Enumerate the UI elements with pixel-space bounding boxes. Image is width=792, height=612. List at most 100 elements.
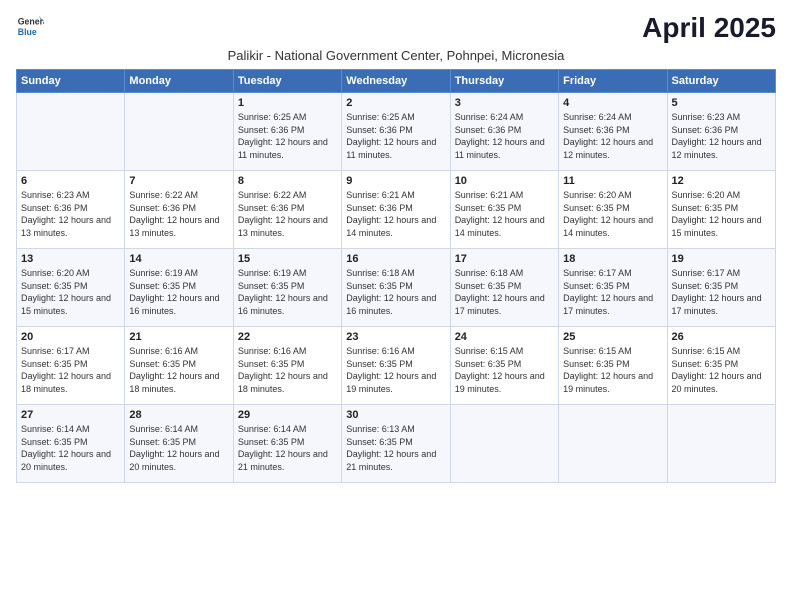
sunset-text: Sunset: 6:35 PM <box>346 437 413 447</box>
daylight-text: Daylight: 12 hours and 12 minutes. <box>563 137 653 160</box>
cell-info: Sunrise: 6:20 AMSunset: 6:35 PMDaylight:… <box>21 267 120 317</box>
cell-info: Sunrise: 6:18 AMSunset: 6:35 PMDaylight:… <box>455 267 554 317</box>
day-number: 2 <box>346 97 445 109</box>
sunset-text: Sunset: 6:35 PM <box>238 281 305 291</box>
calendar-cell: 13 Sunrise: 6:20 AMSunset: 6:35 PMDayligh… <box>17 249 125 327</box>
calendar-cell: 22Sunrise: 6:16 AMSunset: 6:35 PMDayligh… <box>233 327 341 405</box>
calendar-cell <box>17 93 125 171</box>
calendar-cell: 7Sunrise: 6:22 AMSunset: 6:36 PMDaylight… <box>125 171 233 249</box>
calendar-cell: 12 Sunrise: 6:20 AMSunset: 6:35 PMDayligh… <box>667 171 775 249</box>
sunrise-text: Sunrise: 6:18 AM <box>455 268 524 278</box>
day-number: 6 <box>21 175 120 187</box>
cell-info: Sunrise: 6:20 AMSunset: 6:35 PMDaylight:… <box>672 189 771 239</box>
cell-info: Sunrise: 6:25 AMSunset: 6:36 PMDaylight:… <box>346 111 445 161</box>
calendar-cell <box>450 405 558 483</box>
calendar-cell: 29Sunrise: 6:14 AMSunset: 6:35 PMDayligh… <box>233 405 341 483</box>
daylight-text: Daylight: 12 hours and 20 minutes. <box>672 371 762 394</box>
calendar-page: General Blue April 2025 Palikir - Nation… <box>0 0 792 612</box>
sunrise-text: Sunrise: 6:24 AM <box>455 112 524 122</box>
day-number: 1 <box>238 97 337 109</box>
day-number: 21 <box>129 331 228 343</box>
sunset-text: Sunset: 6:35 PM <box>129 281 196 291</box>
calendar-cell <box>559 405 667 483</box>
sunrise-text: Sunrise: 6:23 AM <box>672 112 741 122</box>
day-number: 16 <box>346 253 445 265</box>
sunset-text: Sunset: 6:35 PM <box>238 437 305 447</box>
cell-info: Sunrise: 6:14 AM Sunset: 6:35 PM Daylight:… <box>129 423 228 473</box>
calendar-cell: 8Sunrise: 6:22 AMSunset: 6:36 PMDaylight… <box>233 171 341 249</box>
sunset-text: Sunset: 6:35 PM <box>21 281 88 291</box>
sunset-text: Sunset: 6:35 PM <box>563 281 630 291</box>
cell-info: Sunrise: 6:17 AMSunset: 6:35 PMDaylight:… <box>21 345 120 395</box>
sunset-text: Sunset: 6:36 PM <box>563 125 630 135</box>
sunrise-text: Sunrise: 6:24 AM <box>563 112 632 122</box>
cell-info: Sunrise: 6:16 AMSunset: 6:35 PMDaylight:… <box>129 345 228 395</box>
cell-info: Sunrise: 6:17 AMSunset: 6:35 PMDaylight:… <box>563 267 662 317</box>
daylight-text: Daylight: 12 hours and 13 minutes. <box>21 215 111 238</box>
calendar-cell: 25Sunrise: 6:15 AMSunset: 6:35 PMDayligh… <box>559 327 667 405</box>
calendar-cell: 4 Sunrise: 6:24 AM Sunset: 6:36 PM Daylight… <box>559 93 667 171</box>
sunset-text: Sunset: 6:35 PM <box>346 359 413 369</box>
sunrise-text: Sunrise: 6:25 AM <box>346 112 415 122</box>
calendar-cell: 2 Sunrise: 6:25 AMSunset: 6:36 PMDaylight… <box>342 93 450 171</box>
calendar-cell: 9Sunrise: 6:21 AMSunset: 6:36 PMDaylight… <box>342 171 450 249</box>
daylight-text: Daylight: 12 hours and 11 minutes. <box>238 137 328 160</box>
sunset-text: Sunset: 6:35 PM <box>129 437 196 447</box>
day-number: 5 <box>672 97 771 109</box>
day-number: 11 <box>563 175 662 187</box>
day-number: 14 <box>129 253 228 265</box>
daylight-text: Daylight: 12 hours and 19 minutes. <box>455 371 545 394</box>
calendar-cell: 23Sunrise: 6:16 AMSunset: 6:35 PMDayligh… <box>342 327 450 405</box>
sunset-text: Sunset: 6:35 PM <box>672 203 739 213</box>
cell-info: Sunrise: 6:24 AM Sunset: 6:36 PM Daylight:… <box>563 111 662 161</box>
sunset-text: Sunset: 6:35 PM <box>21 359 88 369</box>
calendar-title: April 2025 <box>642 12 776 44</box>
header-sunday: Sunday <box>17 70 125 93</box>
cell-info: Sunrise: 6:15 AM Sunset: 6:35 PM Daylight:… <box>672 345 771 395</box>
day-number: 4 <box>563 97 662 109</box>
calendar-cell: 18Sunrise: 6:17 AMSunset: 6:35 PMDayligh… <box>559 249 667 327</box>
daylight-text: Daylight: 12 hours and 20 minutes. <box>21 449 111 472</box>
calendar-cell: 19Sunrise: 6:17 AMSunset: 6:35 PMDayligh… <box>667 249 775 327</box>
calendar-cell: 17Sunrise: 6:18 AMSunset: 6:35 PMDayligh… <box>450 249 558 327</box>
cell-info: Sunrise: 6:25 AMSunset: 6:36 PMDaylight:… <box>238 111 337 161</box>
sunset-text: Sunset: 6:35 PM <box>672 359 739 369</box>
sunset-text: Sunset: 6:36 PM <box>455 125 522 135</box>
sunrise-text: Sunrise: 6:14 AM <box>21 424 90 434</box>
calendar-cell: 1 Sunrise: 6:25 AMSunset: 6:36 PMDaylight… <box>233 93 341 171</box>
day-number: 13 <box>21 253 120 265</box>
daylight-text: Daylight: 12 hours and 18 minutes. <box>21 371 111 394</box>
calendar-table: Sunday Monday Tuesday Wednesday Thursday… <box>16 69 776 483</box>
daylight-text: Daylight: 12 hours and 21 minutes. <box>346 449 436 472</box>
calendar-cell: 10Sunrise: 6:21 AMSunset: 6:35 PMDayligh… <box>450 171 558 249</box>
weekday-header-row: Sunday Monday Tuesday Wednesday Thursday… <box>17 70 776 93</box>
cell-info: Sunrise: 6:20 AMSunset: 6:35 PMDaylight:… <box>563 189 662 239</box>
sunset-text: Sunset: 6:35 PM <box>563 203 630 213</box>
calendar-cell: 3Sunrise: 6:24 AMSunset: 6:36 PMDaylight… <box>450 93 558 171</box>
day-number: 9 <box>346 175 445 187</box>
calendar-cell: 11 Sunrise: 6:20 AMSunset: 6:35 PMDayligh… <box>559 171 667 249</box>
sunset-text: Sunset: 6:36 PM <box>672 125 739 135</box>
subtitle: Palikir - National Government Center, Po… <box>16 48 776 63</box>
sunset-text: Sunset: 6:35 PM <box>455 359 522 369</box>
calendar-week-row: 6Sunrise: 6:23 AMSunset: 6:36 PMDaylight… <box>17 171 776 249</box>
daylight-text: Daylight: 12 hours and 14 minutes. <box>563 215 653 238</box>
sunrise-text: Sunrise: 6:17 AM <box>563 268 632 278</box>
cell-info: Sunrise: 6:15 AMSunset: 6:35 PMDaylight:… <box>455 345 554 395</box>
calendar-cell: 28Sunrise: 6:14 AMSunset: 6:35 PMDayligh… <box>125 405 233 483</box>
header-friday: Friday <box>559 70 667 93</box>
daylight-text: Daylight: 12 hours and 12 minutes. <box>672 137 762 160</box>
daylight-text: Daylight: 12 hours and 15 minutes. <box>672 215 762 238</box>
calendar-week-row: 13 Sunrise: 6:20 AMSunset: 6:35 PMDayligh… <box>17 249 776 327</box>
sunrise-text: Sunrise: 6:22 AM <box>129 190 198 200</box>
calendar-cell: 16Sunrise: 6:18 AMSunset: 6:35 PMDayligh… <box>342 249 450 327</box>
cell-info: Sunrise: 6:15 AMSunset: 6:35 PMDaylight:… <box>563 345 662 395</box>
sunrise-text: Sunrise: 6:14 AM <box>129 424 198 434</box>
day-number: 29 <box>238 409 337 421</box>
daylight-text: Daylight: 12 hours and 20 minutes. <box>129 449 219 472</box>
sunset-text: Sunset: 6:36 PM <box>21 203 88 213</box>
calendar-week-row: 1Sunrise: 6:25 AMSunset: 6:36 PMDaylight… <box>17 93 776 171</box>
day-number: 10 <box>455 175 554 187</box>
day-number: 12 <box>672 175 771 187</box>
sunrise-text: Sunrise: 6:15 AM <box>672 346 741 356</box>
